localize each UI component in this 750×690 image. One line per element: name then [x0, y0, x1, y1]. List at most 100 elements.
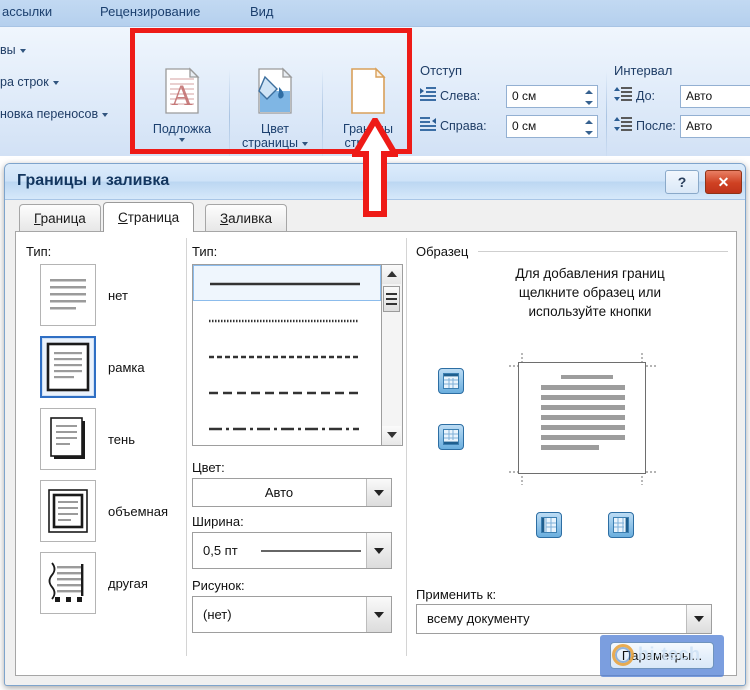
- group-divider: [229, 69, 230, 156]
- border-type-option-shadow[interactable]: тень: [40, 408, 180, 476]
- dialog-tab-strip: Граница Страница Заливка: [15, 202, 735, 232]
- spacing-after-input[interactable]: Авто: [680, 115, 750, 138]
- tab-borders[interactable]: Граница: [19, 204, 101, 232]
- preview-hint-line-3: используйте кнопки: [528, 304, 652, 319]
- art-combobox[interactable]: (нет): [192, 596, 392, 633]
- border-top-button[interactable]: [438, 368, 464, 394]
- apply-to-value: всему документу: [427, 611, 530, 626]
- width-combobox[interactable]: 0,5 пт: [192, 532, 392, 569]
- indent-right-stepper[interactable]: [582, 117, 596, 138]
- indent-right-input[interactable]: 0 см: [506, 115, 598, 138]
- line-style-column: Тип: Цвет: Авто Ширина: 0,5 пт Рисунок: …: [192, 242, 404, 667]
- color-value: Авто: [264, 485, 294, 500]
- line-style-label: Тип:: [192, 244, 218, 259]
- ribbon-option-line-numbers[interactable]: ра строк: [0, 75, 59, 89]
- border-type-option-none-label: нет: [108, 288, 128, 303]
- border-type-option-custom[interactable]: другая: [40, 552, 180, 620]
- color-label: Цвет:: [192, 460, 225, 475]
- border-custom-icon: [40, 552, 96, 614]
- watermark-button[interactable]: A Подложка: [140, 65, 224, 156]
- border-type-option-custom-label: другая: [108, 576, 148, 591]
- page-borders-icon: [326, 67, 410, 118]
- border-type-option-shadow-label: тень: [108, 432, 135, 447]
- ribbon-tab-review[interactable]: Рецензирование: [100, 4, 200, 19]
- chevron-down-icon: [374, 548, 384, 554]
- indent-group: Отступ Слева: 0 см Справа: 0 см: [420, 63, 605, 156]
- spacing-after-label: После:: [636, 119, 676, 133]
- apply-to-combobox[interactable]: всему документу: [416, 604, 712, 634]
- border-3d-icon: [40, 480, 96, 542]
- chevron-up-icon: [386, 271, 397, 277]
- close-button[interactable]: ✕: [705, 170, 742, 194]
- art-label: Рисунок:: [192, 578, 245, 593]
- line-style-item-dashed[interactable]: [193, 375, 381, 411]
- width-dropdown-arrow[interactable]: [366, 533, 391, 568]
- scroll-down-button[interactable]: [382, 426, 401, 445]
- scrollbar-thumb[interactable]: [383, 286, 400, 312]
- border-type-option-3d-label: объемная: [108, 504, 168, 519]
- page-color-bucket-icon: [233, 67, 317, 118]
- scroll-up-button[interactable]: [382, 265, 401, 284]
- indent-left-value: 0 см: [512, 89, 537, 103]
- page-background-group: A Подложка Цвет страницы Границы страниц: [140, 61, 410, 156]
- border-type-option-3d[interactable]: объемная: [40, 480, 180, 548]
- color-dropdown-arrow[interactable]: [366, 479, 391, 506]
- indent-left-stepper[interactable]: [582, 87, 596, 108]
- ribbon-tab-view[interactable]: Вид: [250, 4, 274, 19]
- tab-shading[interactable]: Заливка: [205, 204, 287, 232]
- border-left-icon: [541, 517, 557, 533]
- width-value: 0,5 пт: [203, 543, 238, 558]
- page-borders-button-label-2: страниц: [344, 136, 392, 150]
- border-type-option-none[interactable]: нет: [40, 264, 180, 332]
- page-background-group-caption: Фон страницы: [140, 155, 410, 156]
- stepper-up-icon: [585, 120, 593, 125]
- apply-to-dropdown-arrow[interactable]: [686, 605, 711, 633]
- spacing-after-value: Авто: [686, 119, 713, 133]
- chevron-down-icon: [179, 138, 185, 142]
- line-style-item-dashed-small[interactable]: [193, 339, 381, 375]
- border-right-button[interactable]: [608, 512, 634, 538]
- line-style-item-solid[interactable]: [193, 265, 381, 301]
- dialog-title: Границы и заливка: [17, 172, 170, 189]
- preview-column: Образец Для добавления границ щелкните о…: [414, 242, 730, 677]
- page-color-button-label-2: страницы: [242, 136, 298, 150]
- border-top-icon: [443, 373, 459, 389]
- border-left-button[interactable]: [536, 512, 562, 538]
- options-button[interactable]: Параметры...: [610, 642, 714, 669]
- line-style-list[interactable]: [192, 264, 382, 446]
- indent-left-icon: [420, 87, 436, 105]
- preview-page[interactable]: [518, 362, 646, 474]
- tab-page[interactable]: Страница: [103, 202, 195, 232]
- border-type-column: Тип: нет рамка тень объемная другая: [24, 242, 184, 667]
- indent-right-value: 0 см: [512, 119, 537, 133]
- line-style-item-dotted[interactable]: [193, 303, 381, 339]
- page-borders-button-label-1: Границы: [343, 122, 393, 136]
- page-color-button[interactable]: Цвет страницы: [233, 65, 317, 156]
- art-dropdown-arrow[interactable]: [366, 597, 391, 632]
- spacing-before-label: До:: [636, 89, 656, 103]
- ribbon-option-hyphenation[interactable]: новка переносов: [0, 107, 109, 121]
- border-type-option-box[interactable]: рамка: [40, 336, 180, 404]
- paragraph-group-caption: Абзац: [420, 155, 750, 156]
- spacing-group-title: Интервал: [614, 63, 673, 78]
- spacing-before-icon: [614, 87, 632, 105]
- indent-left-label: Слева:: [440, 89, 481, 103]
- indent-right-label: Справа:: [440, 119, 487, 133]
- indent-left-input[interactable]: 0 см: [506, 85, 598, 108]
- spacing-group: Интервал До: Авто После: Авто: [614, 63, 750, 156]
- ribbon-tab-mailings[interactable]: ассылки: [2, 4, 52, 19]
- preview-hint-line-2: щелкните образец или: [518, 285, 662, 300]
- page-borders-button[interactable]: Границы страниц: [326, 65, 410, 156]
- line-style-item-dash-dot[interactable]: [193, 411, 381, 445]
- chevron-down-icon: [386, 432, 397, 438]
- ribbon-option-columns[interactable]: вы: [0, 43, 26, 57]
- color-combobox[interactable]: Авто: [192, 478, 392, 507]
- spacing-before-input[interactable]: Авто: [680, 85, 750, 108]
- help-button[interactable]: ?: [665, 170, 699, 194]
- group-divider: [606, 71, 607, 156]
- border-bottom-button[interactable]: [438, 424, 464, 450]
- stepper-up-icon: [585, 90, 593, 95]
- spacing-after-icon: [614, 117, 632, 135]
- line-style-scrollbar[interactable]: [382, 264, 403, 446]
- chevron-down-icon: [301, 141, 308, 146]
